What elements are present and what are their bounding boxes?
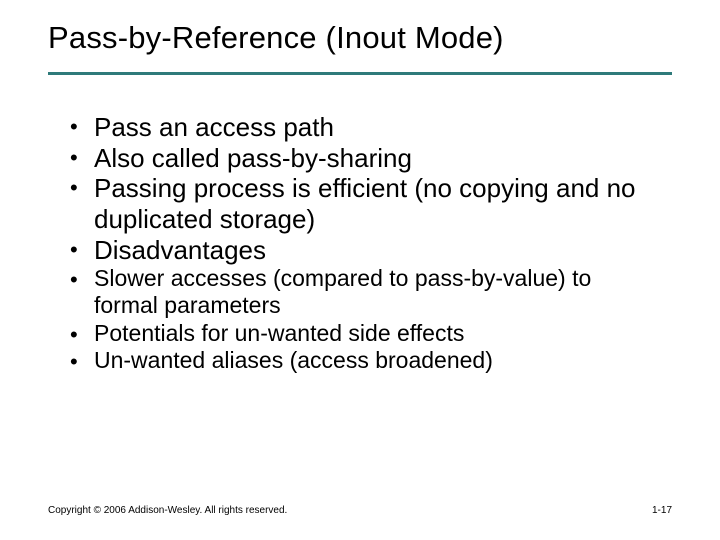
sub-bullet-text: Potentials for un-wanted side effects <box>94 320 464 346</box>
bullet-list: Pass an access path Also called pass-by-… <box>70 112 660 265</box>
sub-bullet-text: Slower accesses (compared to pass-by-val… <box>94 265 591 318</box>
sub-bullet-item: Potentials for un-wanted side effects <box>70 320 660 347</box>
slide-title: Pass-by-Reference (Inout Mode) <box>48 20 672 56</box>
sub-bullet-list: Slower accesses (compared to pass-by-val… <box>70 265 660 374</box>
bullet-text: Also called pass-by-sharing <box>94 143 412 173</box>
bullet-text: Pass an access path <box>94 112 334 142</box>
bullet-item: Disadvantages <box>70 235 660 266</box>
footer-page-number: 1-17 <box>652 505 672 516</box>
sub-bullet-item: Slower accesses (compared to pass-by-val… <box>70 265 660 319</box>
footer-copyright: Copyright © 2006 Addison-Wesley. All rig… <box>48 505 287 516</box>
bullet-item: Pass an access path <box>70 112 660 143</box>
bullet-item: Also called pass-by-sharing <box>70 143 660 174</box>
sub-bullet-item: Un-wanted aliases (access broadened) <box>70 347 660 374</box>
title-rule <box>48 72 672 75</box>
slide: Pass-by-Reference (Inout Mode) Pass an a… <box>0 0 720 540</box>
slide-body: Pass an access path Also called pass-by-… <box>70 112 660 374</box>
bullet-text: Passing process is efficient (no copying… <box>94 173 636 234</box>
bullet-item: Passing process is efficient (no copying… <box>70 173 660 234</box>
bullet-text: Disadvantages <box>94 235 266 265</box>
sub-bullet-text: Un-wanted aliases (access broadened) <box>94 347 493 373</box>
